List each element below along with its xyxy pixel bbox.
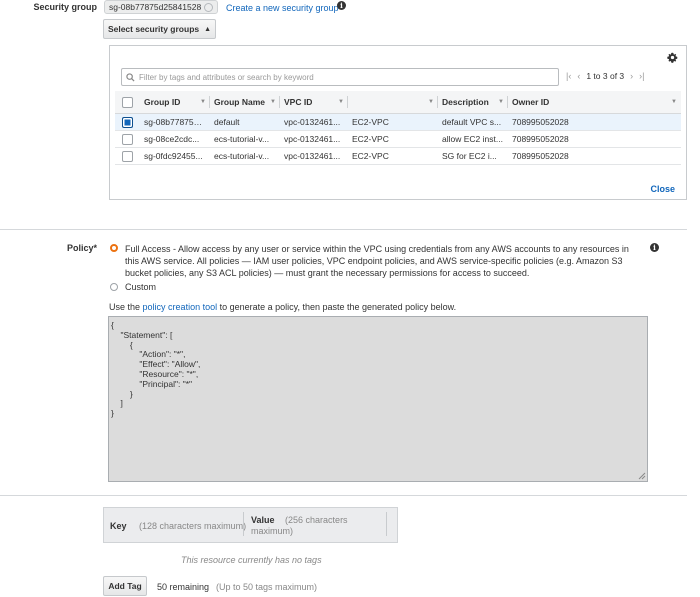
close-panel-link[interactable]: Close <box>650 184 675 194</box>
table-cell: default VPC s... <box>438 113 508 131</box>
table-cell: EC2-VPC <box>348 147 438 165</box>
sort-icon: ▼ <box>671 99 677 105</box>
pagination-text: 1 to 3 of 3 <box>586 71 625 81</box>
table-row[interactable]: sg-08ce2cdc... ecs-tutorial-v... vpc-013… <box>115 130 681 148</box>
settings-gear-icon[interactable] <box>667 52 678 65</box>
sort-icon: ▼ <box>200 99 206 105</box>
policy-tool-instructions: Use the policy creation tool to generate… <box>109 302 456 312</box>
table-row[interactable]: sg-08b77875d25841528 default vpc-0132461… <box>115 113 681 131</box>
table-cell: SG for EC2 i... <box>438 147 508 165</box>
column-header[interactable]: Group Name ▼ <box>210 91 280 114</box>
instructions-suffix: to generate a policy, then paste the gen… <box>219 302 457 312</box>
column-header[interactable]: ▼ <box>348 91 438 114</box>
tags-remaining: 50 remaining <box>157 582 210 592</box>
table-cell: ecs-tutorial-v... <box>210 130 280 148</box>
table-cell: vpc-0132461... <box>280 147 348 165</box>
full-access-description: Full Access - Allow access by any user o… <box>125 244 629 278</box>
tag-key-hint: (128 characters maximum) <box>139 521 247 531</box>
sort-icon: ▼ <box>498 99 504 105</box>
security-groups-table: Group ID ▼ Group Name ▼ VPC ID ▼ ▼ Descript… <box>115 91 681 165</box>
selected-security-group-token: sg-08b77875d25841528 <box>104 0 219 14</box>
prev-page-icon[interactable]: ‹ <box>577 71 580 81</box>
column-header[interactable]: Owner ID ▼ <box>508 91 681 114</box>
filter-search-placeholder: Filter by tags and attributes or search … <box>139 72 314 82</box>
table-cell: vpc-0132461... <box>280 113 348 131</box>
section-divider <box>0 229 687 230</box>
table-cell: sg-0fdc92455... <box>140 147 210 165</box>
create-security-group-link[interactable]: Create a new security group <box>226 3 339 13</box>
tags-max-hint: (Up to 50 tags maximum) <box>216 582 318 592</box>
table-cell: default <box>210 113 280 131</box>
policy-label: Policy* <box>66 243 97 253</box>
select-security-groups-button[interactable]: Select security groups ▲ <box>103 19 216 39</box>
row-checkbox[interactable] <box>122 133 133 145</box>
security-group-info-icon[interactable]: i <box>337 1 346 10</box>
tags-table-header: Key (128 characters maximum) Value (256 … <box>103 507 398 543</box>
column-header[interactable]: Description ▼ <box>438 91 508 114</box>
table-cell: EC2-VPC <box>348 113 438 131</box>
section-divider <box>0 495 687 496</box>
search-icon <box>126 72 135 82</box>
tag-key-header: Key (128 characters maximum) <box>110 521 246 531</box>
tag-value-header: Value (256 characters maximum) <box>251 515 381 537</box>
sort-icon: ▼ <box>338 99 344 105</box>
select-all-checkbox-cell[interactable] <box>115 91 140 114</box>
custom-policy-radio[interactable] <box>110 283 118 291</box>
table-cell: 708995052028 <box>508 113 681 131</box>
instructions-prefix: Use the <box>109 302 141 312</box>
table-cell: allow EC2 inst... <box>438 130 508 148</box>
full-access-radio[interactable] <box>110 244 118 252</box>
resize-handle-icon[interactable] <box>638 472 646 482</box>
policy-document-textarea[interactable]: { "Statement": [ { "Action": "*", "Effec… <box>108 316 648 482</box>
select-all-checkbox[interactable] <box>122 96 133 108</box>
table-cell: EC2-VPC <box>348 130 438 148</box>
tag-value-label: Value <box>251 515 275 525</box>
security-group-label: Security group <box>33 2 97 12</box>
policy-creation-tool-link[interactable]: policy creation tool <box>143 302 218 312</box>
table-header-row: Group ID ▼ Group Name ▼ VPC ID ▼ ▼ Descript… <box>115 91 681 114</box>
token-text: sg-08b77875d25841528 <box>109 2 202 12</box>
table-cell: 708995052028 <box>508 147 681 165</box>
select-security-groups-label: Select security groups <box>107 24 200 34</box>
next-page-icon[interactable]: › <box>630 71 633 81</box>
pagination: |‹ ‹ 1 to 3 of 3 › ›| <box>566 71 645 81</box>
row-checkbox[interactable] <box>122 150 133 162</box>
column-header[interactable]: Group ID ▼ <box>140 91 210 114</box>
table-cell: sg-08ce2cdc... <box>140 130 210 148</box>
column-divider <box>386 512 387 536</box>
row-checkbox[interactable] <box>122 116 133 128</box>
token-remove-icon[interactable] <box>204 2 214 12</box>
last-page-icon[interactable]: ›| <box>639 71 644 81</box>
tag-key-label: Key <box>110 521 127 531</box>
sort-icon: ▼ <box>270 99 276 105</box>
table-cell: sg-08b77875d25841528 <box>140 113 210 131</box>
sort-icon: ▼ <box>428 99 434 105</box>
security-group-panel: Filter by tags and attributes or search … <box>109 45 687 200</box>
table-cell: 708995052028 <box>508 130 681 148</box>
column-header[interactable]: VPC ID ▼ <box>280 91 348 114</box>
first-page-icon[interactable]: |‹ <box>566 71 571 81</box>
table-cell: ecs-tutorial-v... <box>210 147 280 165</box>
table-cell: vpc-0132461... <box>280 130 348 148</box>
filter-search-input[interactable]: Filter by tags and attributes or search … <box>121 68 559 86</box>
add-tag-button[interactable]: Add Tag <box>103 576 147 596</box>
caret-up-icon: ▲ <box>204 25 212 33</box>
table-row[interactable]: sg-0fdc92455... ecs-tutorial-v... vpc-01… <box>115 147 681 165</box>
policy-info-icon[interactable]: i <box>650 243 659 252</box>
custom-policy-label: Custom <box>125 282 157 292</box>
no-tags-message: This resource currently has no tags <box>181 555 322 565</box>
column-divider <box>243 512 244 536</box>
